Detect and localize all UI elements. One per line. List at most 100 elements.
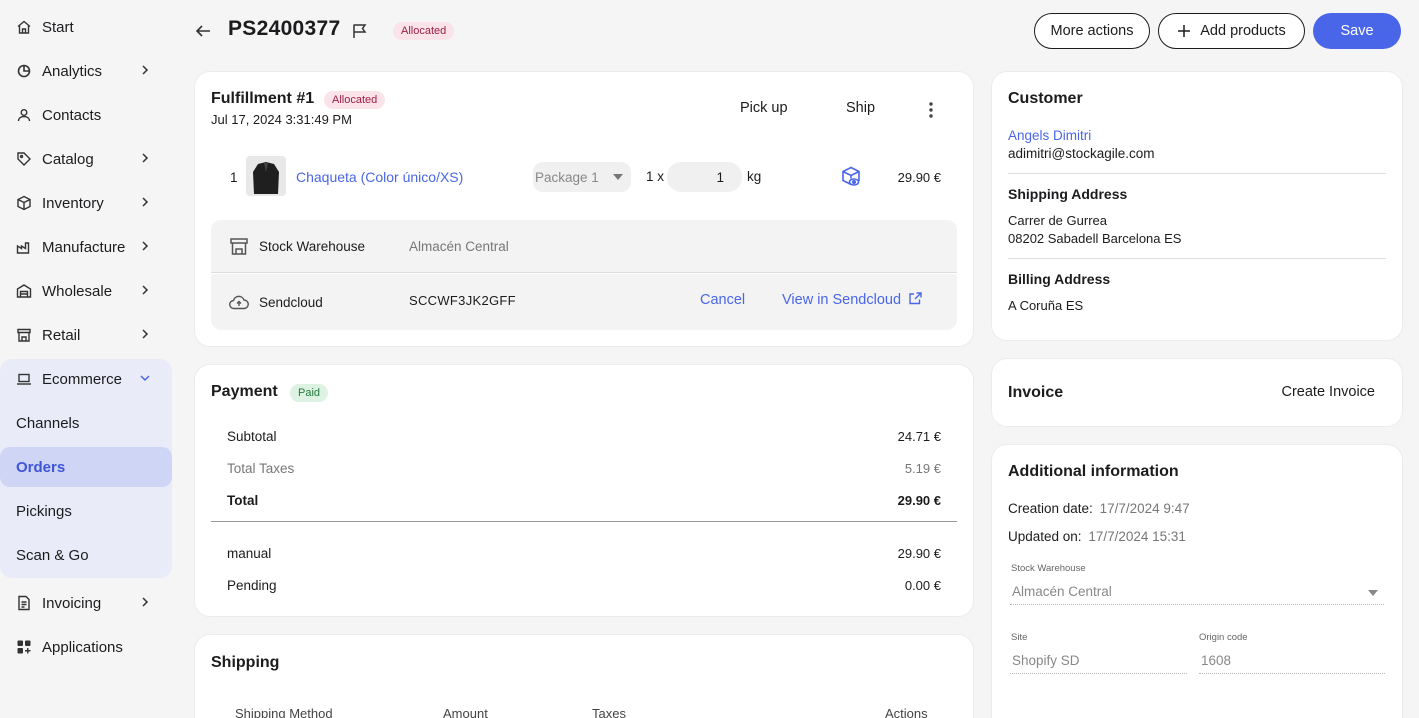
creation-date: Creation date: 17/7/2024 9:47 bbox=[1008, 501, 1190, 516]
package-eye-icon[interactable] bbox=[841, 166, 861, 188]
sidebar-item-label: Start bbox=[42, 18, 74, 36]
sidebar-item-start[interactable]: Start bbox=[0, 7, 172, 47]
warehouse-row: Stock Warehouse Almacén Central bbox=[211, 220, 957, 273]
warehouse-icon bbox=[16, 283, 32, 299]
shipping-col-actions: Actions bbox=[885, 706, 928, 718]
sidebar-item-inventory[interactable]: Inventory bbox=[0, 183, 172, 223]
sidebar-item-analytics[interactable]: Analytics bbox=[0, 51, 172, 91]
chevron-down-icon bbox=[140, 375, 150, 382]
sidebar-item-applications[interactable]: Applications bbox=[0, 627, 172, 667]
shipping-title: Shipping bbox=[211, 654, 280, 671]
back-arrow-icon[interactable] bbox=[194, 22, 212, 40]
carrier-label: Sendcloud bbox=[259, 295, 323, 310]
box-icon bbox=[16, 195, 32, 211]
view-in-sendcloud-link[interactable]: View in Sendcloud bbox=[782, 292, 922, 308]
taxes-label: Total Taxes bbox=[227, 461, 295, 476]
invoice-title: Invoice bbox=[1008, 384, 1064, 401]
chevron-right-icon bbox=[142, 241, 149, 251]
line-price: 29.90 € bbox=[897, 170, 941, 185]
shipping-card: Shipping Shipping Method Amount Taxes Ac… bbox=[194, 634, 974, 718]
billing-address-line1: A Coruña ES bbox=[1008, 298, 1084, 313]
pick-up-button[interactable]: Pick up bbox=[740, 100, 788, 116]
external-link-icon bbox=[909, 292, 922, 305]
sidebar-item-invoicing[interactable]: Invoicing bbox=[0, 583, 172, 623]
customer-name-link[interactable]: Angels Dimitri bbox=[1008, 128, 1091, 143]
warehouse-select[interactable]: Almacén Central bbox=[1010, 579, 1384, 605]
origin-code-field[interactable]: 1608 bbox=[1199, 648, 1385, 674]
site-label: Site bbox=[1011, 632, 1028, 643]
analytics-icon bbox=[16, 63, 32, 79]
save-button[interactable]: Save bbox=[1313, 13, 1401, 49]
ship-button[interactable]: Ship bbox=[846, 100, 875, 116]
chevron-right-icon bbox=[142, 329, 149, 339]
sidebar-item-wholesale[interactable]: Wholesale bbox=[0, 271, 172, 311]
creation-date-label: Creation date: bbox=[1008, 501, 1093, 516]
origin-code-label: Origin code bbox=[1199, 632, 1248, 643]
home-icon bbox=[16, 19, 32, 35]
sidebar-item-manufacture[interactable]: Manufacture bbox=[0, 227, 172, 267]
customer-title: Customer bbox=[1008, 90, 1083, 107]
status-badge: Allocated bbox=[393, 22, 455, 40]
package-select[interactable]: Package 1 bbox=[533, 162, 631, 192]
sidebar-item-catalog[interactable]: Catalog bbox=[0, 139, 172, 179]
weight-unit: kg bbox=[747, 169, 762, 184]
updated-date: Updated on: 17/7/2024 15:31 bbox=[1008, 529, 1186, 544]
invoice-card: Invoice Create Invoice bbox=[991, 358, 1403, 427]
apps-icon bbox=[16, 639, 32, 655]
line-quantity: 1 bbox=[230, 170, 238, 185]
tag-icon bbox=[16, 151, 32, 167]
cancel-shipment-link[interactable]: Cancel bbox=[700, 292, 745, 308]
more-actions-label: More actions bbox=[1050, 23, 1134, 39]
sidebar-item-retail[interactable]: Retail bbox=[0, 315, 172, 355]
plus-icon bbox=[1178, 25, 1191, 37]
updated-date-value: 17/7/2024 15:31 bbox=[1088, 529, 1186, 544]
sidebar-item-label: Ecommerce bbox=[42, 370, 123, 388]
shipping-address-title: Shipping Address bbox=[1008, 186, 1128, 202]
sidebar-item-contacts[interactable]: Contacts bbox=[0, 95, 172, 135]
weight-input[interactable]: 1 bbox=[667, 162, 742, 192]
warehouse-select-value: Almacén Central bbox=[1012, 584, 1112, 599]
customer-card: Customer Angels Dimitri adimitri@stockag… bbox=[991, 71, 1403, 341]
product-link[interactable]: Chaqueta (Color único/XS) bbox=[296, 169, 463, 185]
sidebar-sub-scan-go[interactable]: Scan & Go bbox=[0, 535, 172, 575]
add-products-label: Add products bbox=[1200, 23, 1286, 39]
total-label: Total bbox=[227, 493, 259, 508]
add-products-button[interactable]: Add products bbox=[1158, 13, 1305, 49]
sidebar-sub-channels[interactable]: Channels bbox=[0, 403, 172, 443]
flag-icon[interactable] bbox=[351, 22, 369, 40]
warehouse-value: Almacén Central bbox=[409, 239, 509, 254]
fulfillment-title: Fulfillment #1 bbox=[211, 90, 315, 107]
taxes-value: 5.19 € bbox=[904, 461, 941, 476]
payment-method-label: manual bbox=[227, 546, 272, 561]
sidebar-item-label: Applications bbox=[42, 638, 123, 656]
sidebar-item-label: Analytics bbox=[42, 62, 103, 80]
sidebar-item-label: Retail bbox=[42, 326, 81, 344]
cloud-icon bbox=[229, 295, 249, 310]
sidebar-item-label: Manufacture bbox=[42, 238, 126, 256]
shipping-col-taxes: Taxes bbox=[592, 706, 626, 718]
sidebar-item-label: Invoicing bbox=[42, 594, 102, 612]
total-value: 29.90 € bbox=[897, 493, 941, 508]
sidebar-sub-orders[interactable]: Orders bbox=[0, 447, 172, 487]
additional-info-card: Additional information Creation date: 17… bbox=[991, 444, 1403, 718]
laptop-icon bbox=[16, 371, 32, 387]
subtotal-value: 24.71 € bbox=[897, 429, 941, 444]
more-actions-button[interactable]: More actions bbox=[1034, 13, 1150, 49]
site-field[interactable]: Shopify SD bbox=[1010, 648, 1187, 674]
more-vertical-icon[interactable] bbox=[927, 101, 935, 119]
sidebar-sub-pickings[interactable]: Pickings bbox=[0, 491, 172, 531]
save-label: Save bbox=[1340, 23, 1374, 39]
store-icon bbox=[16, 327, 32, 343]
sidebar-item-ecommerce[interactable]: Ecommerce bbox=[0, 359, 172, 399]
chevron-right-icon bbox=[142, 65, 149, 75]
create-invoice-button[interactable]: Create Invoice bbox=[1282, 384, 1376, 400]
sidebar-item-label: Inventory bbox=[42, 194, 104, 212]
fulfillment-date: Jul 17, 2024 3:31:49 PM bbox=[211, 112, 352, 127]
sidebar-item-label: Contacts bbox=[42, 106, 102, 124]
billing-address-title: Billing Address bbox=[1008, 271, 1111, 287]
shipping-address-line1: Carrer de Gurrea bbox=[1008, 213, 1107, 228]
customer-email: adimitri@stockagile.com bbox=[1008, 146, 1155, 161]
view-in-sendcloud-label: View in Sendcloud bbox=[782, 292, 902, 308]
product-thumbnail bbox=[246, 156, 286, 196]
chevron-right-icon bbox=[142, 197, 149, 207]
